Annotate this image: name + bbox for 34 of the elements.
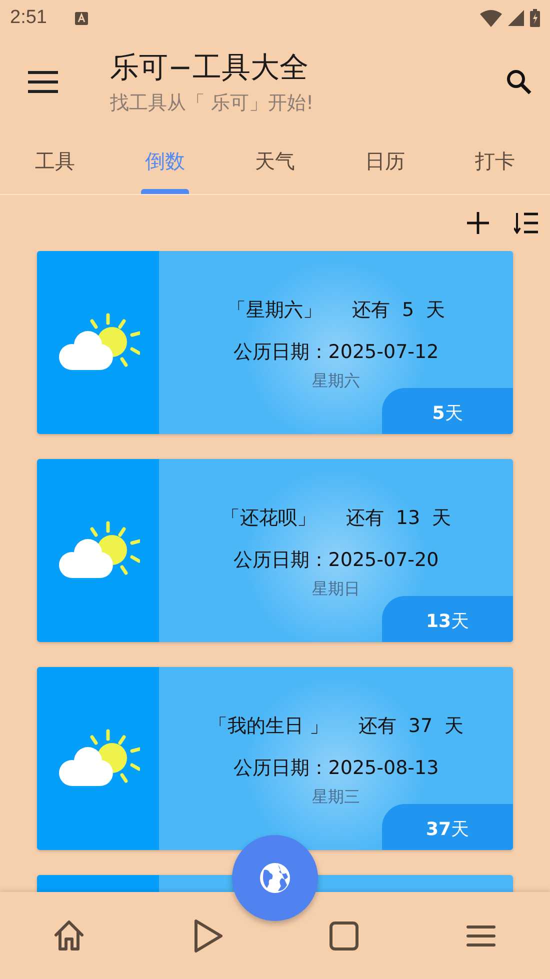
wifi-icon xyxy=(480,10,502,26)
event-date: 公历日期：2025-07-12 xyxy=(233,340,439,365)
days-remaining: 还有 13 天 xyxy=(346,506,452,531)
event-name: 「星期六」 xyxy=(226,298,322,323)
signal-icon xyxy=(508,10,524,26)
tab[interactable]: 打卡 xyxy=(440,128,550,194)
weekday-label: 星期日 xyxy=(312,579,360,600)
tab[interactable]: 天气 xyxy=(220,128,330,194)
days-remaining: 还有 5 天 xyxy=(352,298,446,323)
status-time: 2:51 xyxy=(10,7,47,29)
tab[interactable]: 日历 xyxy=(330,128,440,194)
app-subtitle: 找工具从「 乐可」开始! xyxy=(110,91,315,116)
event-name: 「还花呗」 xyxy=(220,506,316,531)
tab[interactable]: 工具 xyxy=(0,128,110,194)
days-badge: 5天 xyxy=(382,388,513,434)
search-icon[interactable] xyxy=(506,69,532,95)
sort-icon[interactable] xyxy=(514,212,538,234)
days-badge: 13天 xyxy=(382,596,513,642)
days-badge: 37天 xyxy=(382,804,513,850)
weekday-label: 星期三 xyxy=(312,787,360,808)
event-date: 公历日期：2025-07-20 xyxy=(233,548,439,573)
menu-icon[interactable] xyxy=(28,71,58,93)
keyboard-icon xyxy=(74,12,88,24)
battery-icon xyxy=(530,9,540,27)
globe-icon xyxy=(258,861,292,895)
event-date: 公历日期：2025-08-13 xyxy=(233,756,439,781)
countdown-card[interactable]: 「星期六」 还有 5 天 公历日期：2025-07-12 星期六 5天 xyxy=(37,251,513,434)
countdown-card[interactable]: 「还花呗」 还有 13 天 公历日期：2025-07-20 星期日 13天 xyxy=(37,459,513,642)
app-title: 乐可−工具大全 xyxy=(110,49,310,86)
event-name: 「我的生日 」 xyxy=(208,714,328,739)
days-remaining: 还有 37 天 xyxy=(358,714,464,739)
countdown-card[interactable]: 「我的生日 」 还有 37 天 公历日期：2025-08-13 星期三 37天 xyxy=(37,667,513,850)
add-icon[interactable] xyxy=(466,211,490,235)
weekday-label: 星期六 xyxy=(312,371,360,392)
